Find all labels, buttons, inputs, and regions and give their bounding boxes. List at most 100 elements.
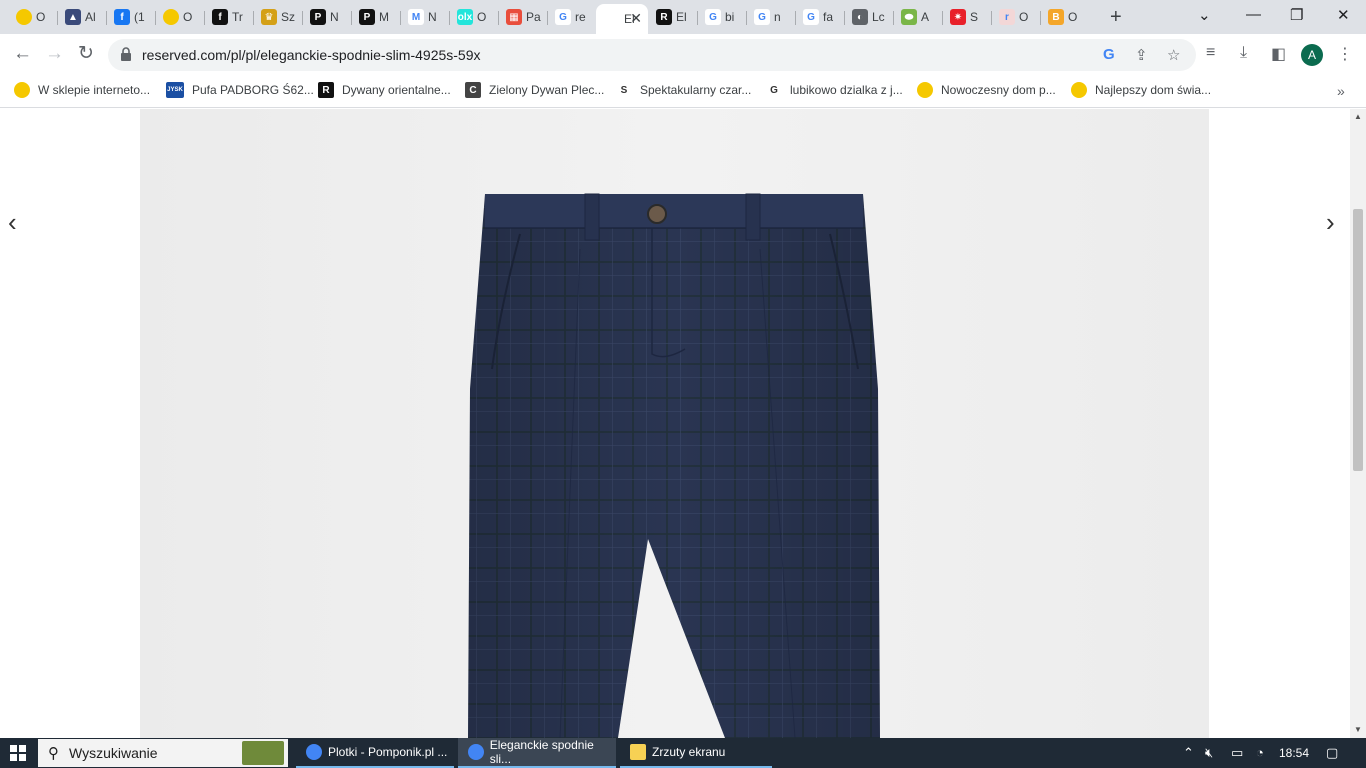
browser-tab[interactable]: f (1 [106,4,155,30]
browser-tab[interactable]: PM [351,4,400,30]
taskbar-app[interactable]: Zrzuty ekranu [620,738,772,768]
tab-title: O [477,10,487,24]
windows-logo-icon [10,745,26,761]
bookmark-label: lubikowo dzialka z j... [790,83,903,97]
browser-tab[interactable]: PN [302,4,351,30]
taskbar-search[interactable]: ⚲ Wyszukiwanie [38,739,288,767]
tab-favicon-icon: ⬬ [901,9,917,25]
tab-favicon-icon: ▦ [506,9,522,25]
browser-tab[interactable]: f Tr [204,4,253,30]
tab-favicon-icon: P [359,9,375,25]
search-icon: ⚲ [48,745,59,762]
bookmark-star-icon[interactable]: ☆ [1167,46,1180,64]
scroll-up-icon[interactable]: ▲ [1354,112,1362,121]
browser-tab[interactable]: ▲ Al [57,4,106,30]
back-icon[interactable]: ← [13,44,32,64]
side-panel-icon[interactable]: ◧ [1271,44,1286,64]
browser-tab[interactable]: ▦ Pa [498,4,547,30]
browser-toolbar: ← → ↻ reserved.com/pl/pl/eleganckie-spod… [0,34,1366,76]
scroll-down-icon[interactable]: ▼ [1354,725,1362,734]
bookmark-item[interactable]: Glubikowo dzialka z j... [766,82,903,98]
bookmark-label: Zielony Dywan Plec... [489,83,605,97]
bookmark-item[interactable]: Najlepszy dom świa... [1071,82,1211,98]
tab-favicon-icon: G [754,9,770,25]
start-button[interactable] [0,738,36,768]
tab-title: S [970,10,979,24]
reading-list-icon[interactable]: ≡ [1206,44,1215,62]
folder-icon [630,744,646,760]
notifications-icon[interactable]: ▢ [1326,745,1338,761]
bookmark-label: Spektakularny czar... [640,83,752,97]
lock-icon[interactable] [120,47,132,61]
new-tab-button[interactable]: + [1110,6,1122,29]
profile-avatar[interactable]: A [1301,44,1323,66]
tab-title: bi [725,10,735,24]
menu-icon[interactable]: ⋮ [1337,44,1353,64]
tab-favicon-icon: B [1048,9,1064,25]
taskbar-app[interactable]: Eleganckie spodnie sli... [458,738,616,768]
tray-overflow-icon[interactable]: ⌃ [1183,745,1194,761]
browser-tab[interactable]: olx O [449,4,498,30]
tab-title: O [36,10,46,24]
tab-title: Sz [281,10,296,24]
tab-active[interactable]: El ✕ [596,4,648,34]
prev-image-arrow[interactable]: ‹ [8,209,17,235]
taskbar-app-label: Plotki - Pomponik.pl ... [328,745,448,759]
tab-favicon-icon: G [803,9,819,25]
bookmark-item[interactable]: W sklepie interneto... [14,82,150,98]
bookmark-item[interactable]: C Zielony Dywan Plec... [465,82,604,98]
tab-strip: O ▲ Al f (1 Of Tr ♛ Sz P N P M M Nolx O ▦ Pa Gre El ✕ R El Gbi G… [0,0,1366,34]
tab-favicon-icon: f [212,9,228,25]
tab-title: El [676,10,687,24]
browser-tab[interactable]: ◐ Lc [844,4,893,30]
address-bar[interactable]: reserved.com/pl/pl/eleganckie-spodnie-sl… [108,39,1196,71]
browser-tab[interactable]: ⬬ A [893,4,942,30]
google-lens-icon[interactable]: G [1103,46,1115,63]
tab-favicon-icon: G [705,9,721,25]
battery-icon[interactable]: ▭ [1231,745,1243,761]
windows-taskbar: ⚲ Wyszukiwanie Plotki - Pomponik.pl ... E… [0,738,1366,768]
tab-list: O ▲ Al f (1 Of Tr ♛ Sz P N P M M Nolx O ▦ Pa Gre El ✕ R El Gbi G… [8,4,1089,34]
next-image-arrow[interactable]: › [1326,209,1335,235]
page-scrollbar[interactable]: ▲ ▼ [1350,109,1366,738]
browser-tab[interactable]: BO [1040,4,1089,30]
wifi-icon[interactable]: ◔ [1256,745,1264,760]
tab-favicon-icon: f [114,9,130,25]
bookmark-label: Pufa PADBORG Ś62... [192,83,314,97]
browser-tab[interactable]: MN [400,4,449,30]
page-content: ‹ › [0,109,1350,738]
tab-favicon-icon [604,11,620,27]
bookmark-item[interactable]: JYSK Pufa PADBORG Ś62... [166,82,314,98]
bookmark-item[interactable]: Nowoczesny dom p... [917,82,1056,98]
clock[interactable]: 18:54 [1279,746,1309,760]
download-icon[interactable]: ⤓ [1240,44,1247,62]
browser-tab[interactable]: ✷ S [942,4,991,30]
minimize-icon[interactable]: — [1246,6,1261,23]
reload-icon[interactable]: ↻ [78,44,94,64]
more-bookmarks-icon[interactable]: » [1337,83,1345,99]
share-icon[interactable]: ⇪ [1135,46,1148,64]
browser-tab[interactable]: R El [648,4,697,30]
bookmark-item[interactable]: S Spektakularny czar... [616,82,751,98]
tab-title: Lc [872,10,885,24]
scrollbar-thumb[interactable] [1353,209,1363,471]
volume-muted-icon[interactable]: 🔇︎ [1205,745,1213,761]
browser-tab[interactable]: Gbi [697,4,746,30]
browser-tab[interactable]: ♛ Sz [253,4,302,30]
browser-tab[interactable]: Gn [746,4,795,30]
browser-tab[interactable]: O [8,4,57,30]
tab-title: (1 [134,10,145,24]
browser-tab[interactable]: rO [991,4,1040,30]
browser-tab[interactable]: O [155,4,204,30]
tab-favicon-icon: M [408,9,424,25]
browser-tab[interactable]: Gfa [795,4,844,30]
tab-search-icon[interactable]: ⌄ [1198,6,1211,24]
close-tab-icon[interactable]: ✕ [630,10,642,27]
bookmark-item[interactable]: R Dywany orientalne... [318,82,451,98]
close-window-icon[interactable]: ✕ [1337,6,1350,24]
taskbar-app[interactable]: Plotki - Pomponik.pl ... [296,738,454,768]
forward-icon[interactable]: → [45,44,64,64]
browser-tab[interactable]: Gre [547,4,596,30]
restore-icon[interactable]: ❐ [1290,6,1303,24]
tab-title: Al [85,10,96,24]
